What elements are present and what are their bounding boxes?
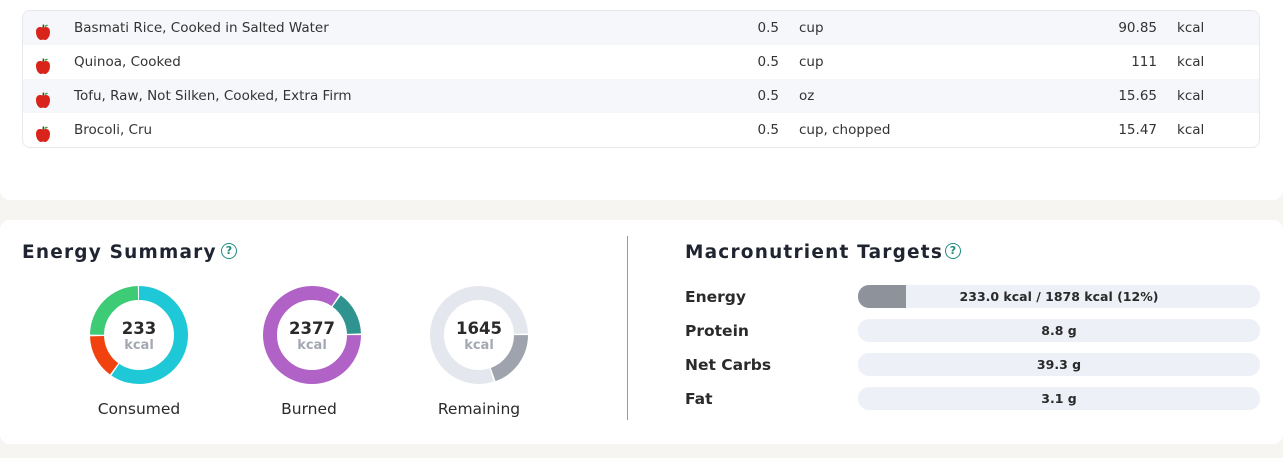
macro-label-net-carbs: Net Carbs [685,356,772,374]
summary-panel: Energy Summary ? 233 kcal Consumed 2377 … [0,220,1283,444]
food-diary-panel: Basmati Rice, Cooked in Salted Water 0.5… [0,0,1283,200]
macro-label-protein: Protein [685,322,749,340]
apple-icon [35,122,51,142]
macronutrient-targets-title: Macronutrient Targets [685,242,944,263]
food-quantity: 0.5 [757,122,779,138]
apple-icon [35,88,51,108]
food-calorie-unit: kcal [1177,54,1205,70]
food-unit: cup, chopped [799,122,891,138]
protein-progress-text: 8.8 g [1041,323,1077,338]
consumed-value: 233 [121,319,157,338]
food-row[interactable]: Basmati Rice, Cooked in Salted Water 0.5… [23,11,1259,45]
macro-label-fat: Fat [685,390,713,408]
remaining-value: 1645 [456,319,502,338]
section-divider [627,236,628,420]
burned-value: 2377 [289,319,335,338]
apple-icon [35,20,51,40]
fat-progress-bar[interactable]: 3.1 g [858,387,1260,410]
food-calories: 15.47 [1118,122,1157,138]
food-unit: cup [799,54,824,70]
food-name: Brocoli, Cru [74,122,153,138]
food-name: Tofu, Raw, Not Silken, Cooked, Extra Fir… [74,88,352,104]
food-calorie-unit: kcal [1177,88,1205,104]
food-name: Basmati Rice, Cooked in Salted Water [74,20,329,36]
fat-progress-text: 3.1 g [1041,391,1077,406]
consumed-unit: kcal [124,338,154,353]
energy-progress-text: 233.0 kcal / 1878 kcal (12%) [959,289,1159,304]
food-calorie-unit: kcal [1177,20,1205,36]
food-name: Quinoa, Cooked [74,54,181,70]
food-list: Basmati Rice, Cooked in Salted Water 0.5… [22,10,1260,148]
food-unit: cup [799,20,824,36]
macro-label-energy: Energy [685,288,746,306]
question-circle-icon[interactable]: ? [945,243,961,259]
food-row[interactable]: Tofu, Raw, Not Silken, Cooked, Extra Fir… [23,79,1259,113]
food-row[interactable]: Quinoa, Cooked 0.5 cup 111 kcal [23,45,1259,79]
burned-unit: kcal [297,338,327,353]
apple-icon [35,54,51,74]
energy-progress-bar[interactable]: 233.0 kcal / 1878 kcal (12%) [858,285,1260,308]
food-quantity: 0.5 [757,88,779,104]
food-quantity: 0.5 [757,54,779,70]
remaining-label: Remaining [437,400,521,418]
energy-summary-title: Energy Summary [22,242,217,263]
burned-label: Burned [281,400,337,418]
burned-donut[interactable]: 2377 kcal [261,284,363,386]
food-calorie-unit: kcal [1177,122,1205,138]
food-calories: 15.65 [1118,88,1157,104]
food-calories: 90.85 [1118,20,1157,36]
protein-progress-bar[interactable]: 8.8 g [858,319,1260,342]
net-carbs-progress-bar[interactable]: 39.3 g [858,353,1260,376]
question-circle-icon[interactable]: ? [221,243,237,259]
consumed-label: Consumed [97,400,181,418]
remaining-donut[interactable]: 1645 kcal [428,284,530,386]
food-calories: 111 [1131,54,1157,70]
consumed-donut[interactable]: 233 kcal [88,284,190,386]
food-unit: oz [799,88,815,104]
remaining-unit: kcal [464,338,494,353]
food-row[interactable]: Brocoli, Cru 0.5 cup, chopped 15.47 kcal [23,113,1259,147]
food-quantity: 0.5 [757,20,779,36]
net-carbs-progress-text: 39.3 g [1036,357,1082,372]
